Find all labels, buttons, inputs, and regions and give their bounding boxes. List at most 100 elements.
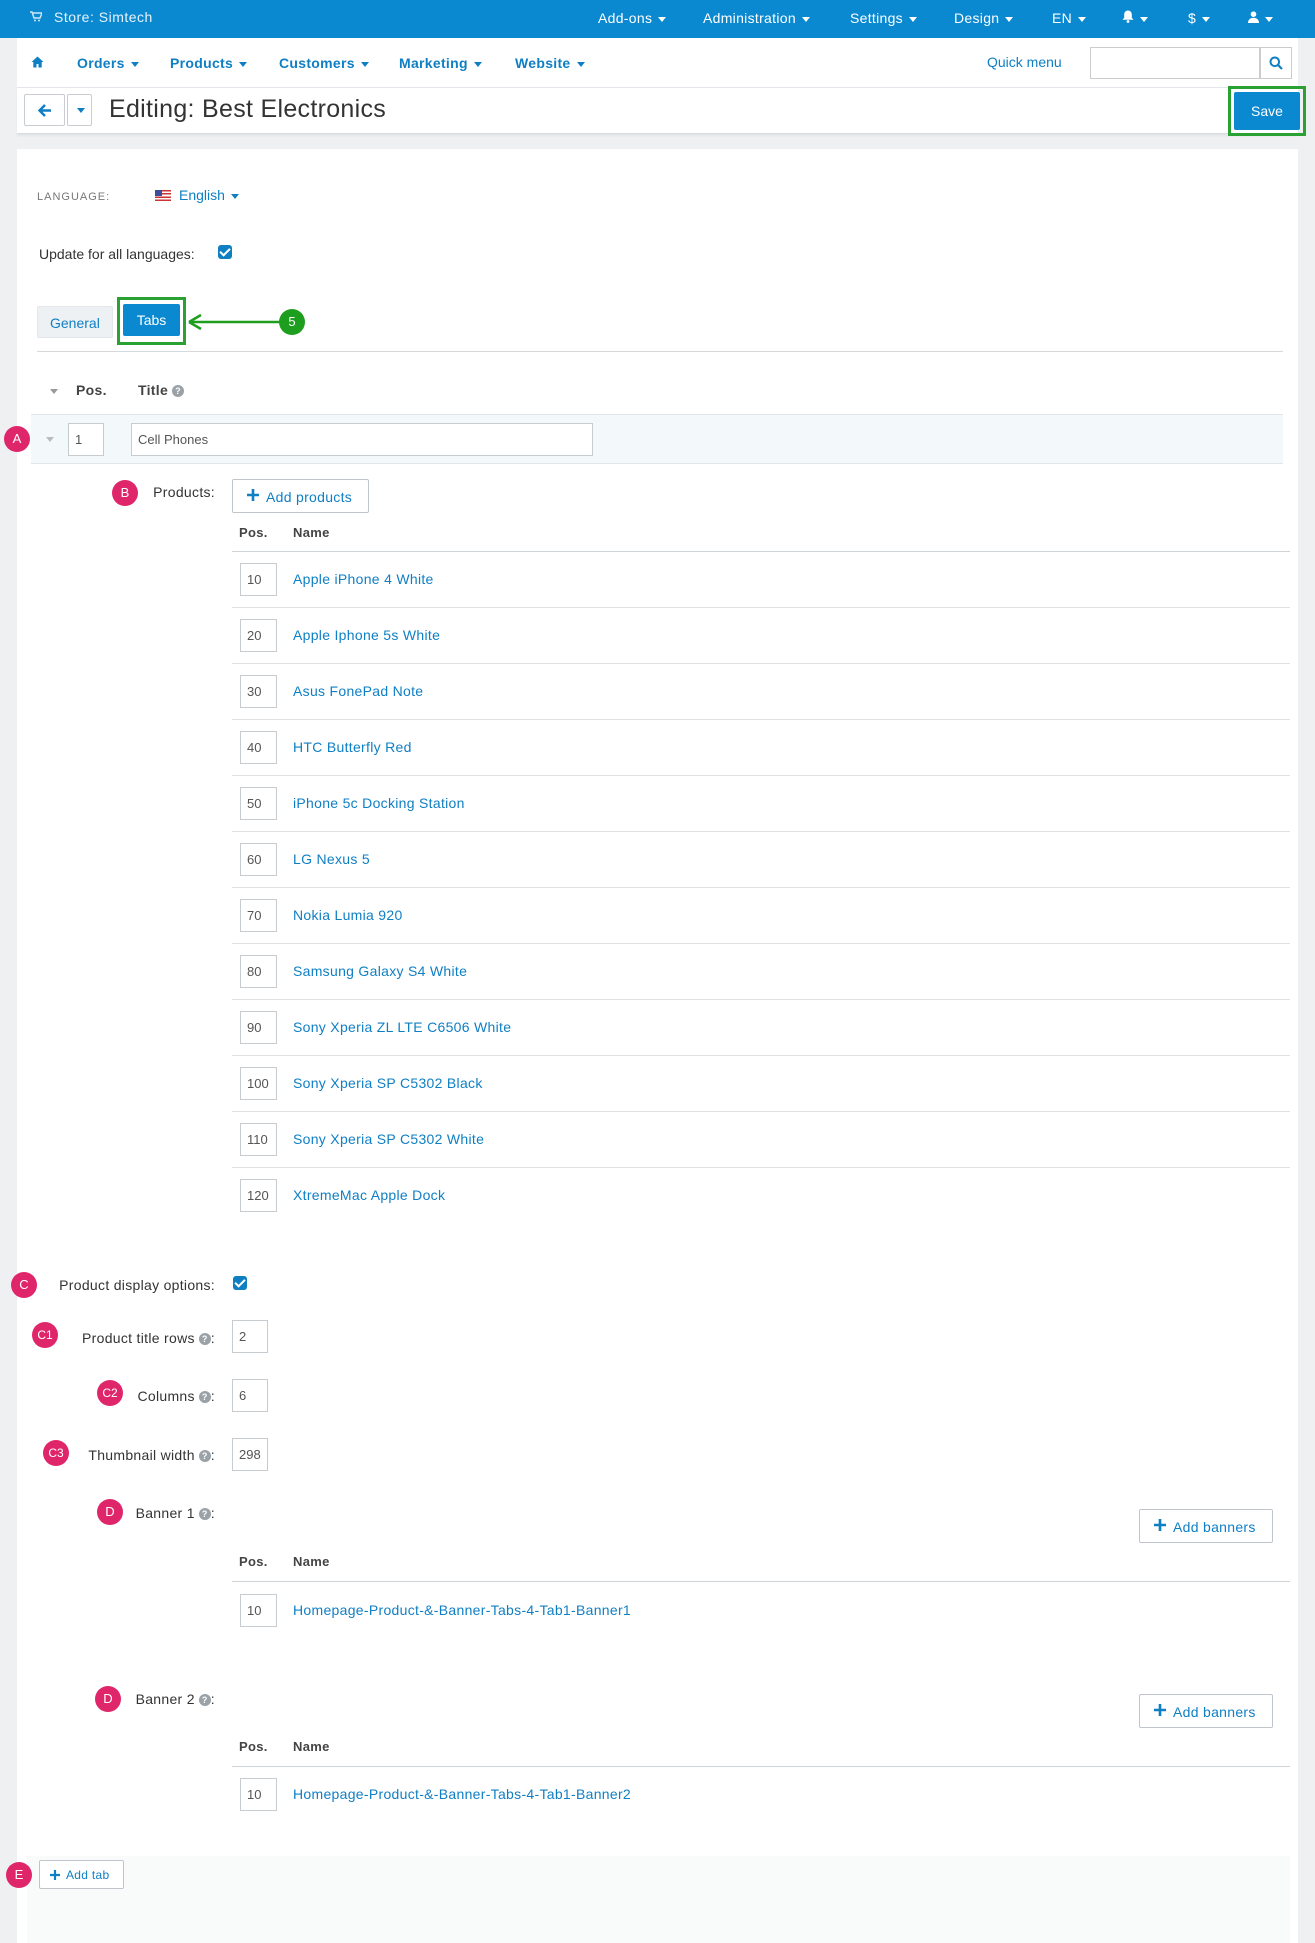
nav-marketing[interactable]: Marketing <box>399 55 482 71</box>
help-icon[interactable]: ? <box>198 1391 211 1403</box>
notifications-menu[interactable] <box>1122 10 1148 26</box>
product-pos-input[interactable]: 40 <box>240 731 277 764</box>
product-pos-input[interactable]: 10 <box>240 563 277 596</box>
callout-5: 5 <box>279 309 305 335</box>
update-all-languages-checkbox[interactable] <box>218 245 232 259</box>
help-icon[interactable]: ? <box>172 385 185 397</box>
row-divider <box>232 999 1290 1000</box>
help-icon[interactable]: ? <box>198 1450 211 1462</box>
user-menu[interactable] <box>1248 10 1273 26</box>
top-bar: Store: Simtech Add-ons Administration Se… <box>0 0 1315 38</box>
columns-input[interactable]: 6 <box>232 1379 268 1412</box>
menu-design[interactable]: Design <box>954 10 1014 26</box>
help-icon[interactable]: ? <box>198 1694 211 1706</box>
title-rows-input[interactable]: 2 <box>232 1320 268 1353</box>
product-link[interactable]: Nokia Lumia 920 <box>293 907 403 923</box>
product-link[interactable]: iPhone 5c Docking Station <box>293 795 465 811</box>
product-link[interactable]: LG Nexus 5 <box>293 851 370 867</box>
marker-e: E <box>6 1862 32 1888</box>
product-link[interactable]: Samsung Galaxy S4 White <box>293 963 467 979</box>
products-col-name: Name <box>293 525 330 540</box>
nav-products[interactable]: Products <box>170 55 248 71</box>
product-pos-input[interactable]: 120 <box>240 1179 277 1212</box>
menu-currency[interactable]: $ <box>1188 10 1211 26</box>
back-dropdown-button[interactable] <box>67 94 92 126</box>
nav-customers[interactable]: Customers <box>279 55 369 71</box>
product-pos-input[interactable]: 80 <box>240 955 277 988</box>
product-pos-input[interactable]: 100 <box>240 1067 277 1100</box>
nav-orders[interactable]: Orders <box>77 55 139 71</box>
language-value: English <box>179 187 225 203</box>
help-icon[interactable]: ? <box>198 1508 211 1520</box>
product-pos-input[interactable]: 90 <box>240 1011 277 1044</box>
save-button[interactable]: Save <box>1234 92 1300 130</box>
row-divider <box>232 1055 1290 1056</box>
title-rows-label: Product title rows?: <box>82 1330 215 1346</box>
banner2-col-name: Name <box>293 1739 330 1754</box>
tab-general[interactable]: General <box>37 306 113 338</box>
thumbnail-width-input[interactable]: 298 <box>232 1438 268 1471</box>
store-switcher[interactable]: Store: Simtech <box>30 9 153 25</box>
tab-title-input[interactable]: Cell Phones <box>131 423 593 456</box>
chevron-down-icon <box>77 108 85 113</box>
banner1-col-pos: Pos. <box>239 1554 268 1569</box>
menu-addons[interactable]: Add-ons <box>598 10 667 26</box>
product-link[interactable]: Sony Xperia SP C5302 Black <box>293 1075 483 1091</box>
product-link[interactable]: Sony Xperia SP C5302 White <box>293 1131 484 1147</box>
product-link[interactable]: XtremeMac Apple Dock <box>293 1187 445 1203</box>
marker-c1: C1 <box>32 1322 58 1348</box>
product-link[interactable]: Apple Iphone 5s White <box>293 627 440 643</box>
chevron-down-icon[interactable] <box>46 437 54 442</box>
product-link[interactable]: Apple iPhone 4 White <box>293 571 434 587</box>
cart-icon <box>30 11 44 25</box>
chevron-down-icon <box>801 16 810 22</box>
product-link[interactable]: HTC Butterfly Red <box>293 739 412 755</box>
tab-tabs[interactable]: Tabs <box>123 304 180 336</box>
product-link[interactable]: Sony Xperia ZL LTE C6506 White <box>293 1019 511 1035</box>
add-banners-button-1[interactable]: Add banners <box>1139 1509 1273 1543</box>
tab-pos-input[interactable]: 1 <box>68 423 104 456</box>
banner2-link[interactable]: Homepage-Product-&-Banner-Tabs-4-Tab1-Ba… <box>293 1786 631 1802</box>
columns-label: Columns?: <box>137 1388 215 1404</box>
banner1-link[interactable]: Homepage-Product-&-Banner-Tabs-4-Tab1-Ba… <box>293 1602 631 1618</box>
product-pos-input[interactable]: 50 <box>240 787 277 820</box>
marker-b: B <box>112 480 138 506</box>
menu-language[interactable]: EN <box>1052 10 1087 26</box>
plus-icon <box>247 488 259 504</box>
product-pos-input[interactable]: 30 <box>240 675 277 708</box>
display-options-checkbox[interactable] <box>233 1276 247 1290</box>
menu-administration[interactable]: Administration <box>703 10 810 26</box>
product-pos-input[interactable]: 60 <box>240 843 277 876</box>
product-link[interactable]: Asus FonePad Note <box>293 683 423 699</box>
nav-website[interactable]: Website <box>515 55 585 71</box>
add-banners-button-2[interactable]: Add banners <box>1139 1694 1273 1728</box>
display-options-label: Product display options: <box>59 1277 215 1293</box>
banner2-pos-input[interactable]: 10 <box>240 1778 277 1811</box>
product-pos-input[interactable]: 20 <box>240 619 277 652</box>
chevron-down-icon <box>130 61 139 67</box>
add-tab-button[interactable]: Add tab <box>39 1860 124 1889</box>
plus-icon <box>1154 1518 1166 1534</box>
language-selector[interactable]: English <box>155 187 239 203</box>
back-button[interactable] <box>24 94 65 126</box>
collapse-all-icon[interactable] <box>50 389 58 394</box>
row-divider <box>232 887 1290 888</box>
row-divider <box>232 719 1290 720</box>
banner2-header-line <box>232 1766 1290 1767</box>
banner2-col-pos: Pos. <box>239 1739 268 1754</box>
bell-icon <box>1122 10 1134 26</box>
search-button[interactable] <box>1260 47 1292 79</box>
product-pos-input[interactable]: 110 <box>240 1123 277 1156</box>
home-icon[interactable] <box>31 55 44 71</box>
search-input[interactable] <box>1090 47 1260 79</box>
marker-a: A <box>4 426 30 452</box>
help-icon[interactable]: ? <box>198 1333 211 1345</box>
menu-settings[interactable]: Settings <box>850 10 917 26</box>
banner1-pos-input[interactable]: 10 <box>240 1594 277 1627</box>
product-pos-input[interactable]: 70 <box>240 899 277 932</box>
col-title-header: Title? <box>138 382 185 398</box>
add-products-button[interactable]: Add products <box>232 479 369 513</box>
search-icon <box>1269 56 1283 74</box>
chevron-down-icon <box>909 16 917 22</box>
quick-menu-link[interactable]: Quick menu <box>987 54 1062 70</box>
